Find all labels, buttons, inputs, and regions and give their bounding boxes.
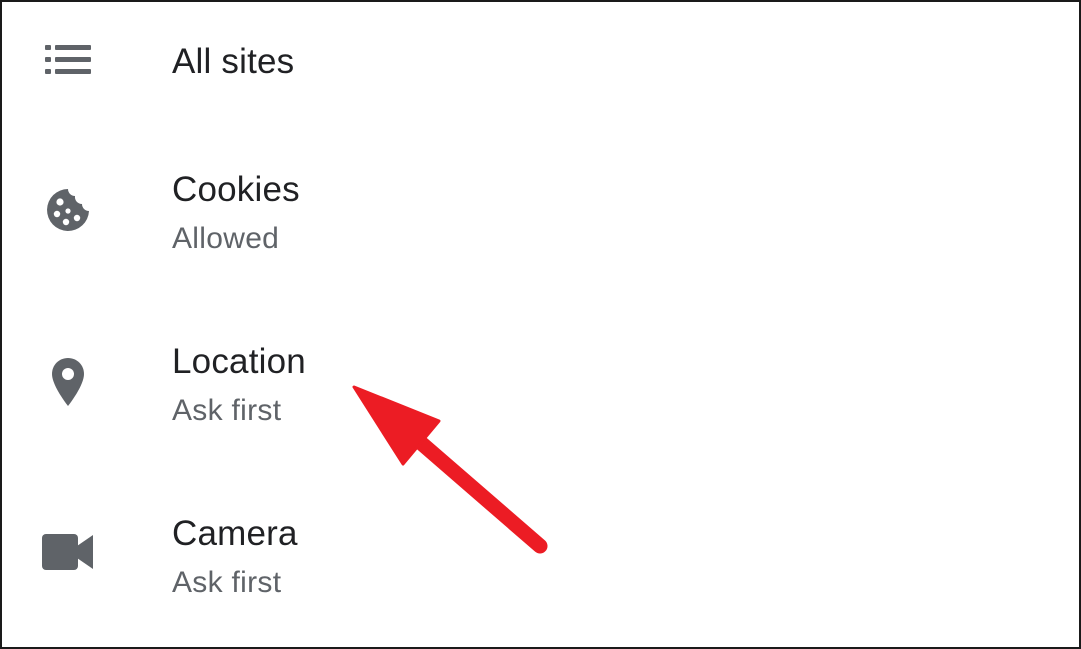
cookie-icon xyxy=(42,184,94,236)
screenshot-frame: All sites Cookies Allowed Location Ask f… xyxy=(0,0,1081,649)
video-camera-icon xyxy=(42,526,94,578)
settings-item-location[interactable]: Location Ask first xyxy=(2,324,1079,444)
settings-item-all-sites[interactable]: All sites xyxy=(2,22,1079,112)
settings-item-summary: Ask first xyxy=(172,566,282,599)
list-icon xyxy=(42,34,94,86)
settings-item-summary: Ask first xyxy=(172,394,282,427)
settings-item-summary: Allowed xyxy=(172,222,280,255)
location-pin-icon xyxy=(42,356,94,408)
settings-item-cookies[interactable]: Cookies Allowed xyxy=(2,152,1079,272)
settings-item-title: All sites xyxy=(172,42,295,81)
settings-item-title: Location xyxy=(172,342,306,381)
settings-item-camera[interactable]: Camera Ask first xyxy=(2,496,1079,616)
settings-item-title: Cookies xyxy=(172,170,300,209)
settings-item-title: Camera xyxy=(172,514,298,553)
